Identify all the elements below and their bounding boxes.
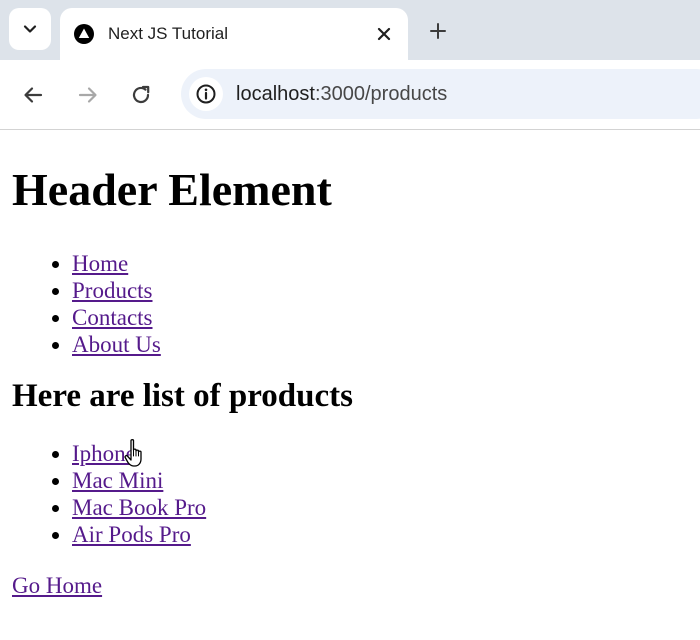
- nextjs-triangle-icon: [74, 24, 94, 44]
- nav-link-home[interactable]: Home: [72, 251, 128, 276]
- go-home-link[interactable]: Go Home: [12, 572, 102, 599]
- product-link-mac-mini[interactable]: Mac Mini: [72, 468, 163, 493]
- tab-search-button[interactable]: [9, 8, 51, 50]
- nav-link-contacts[interactable]: Contacts: [72, 305, 153, 330]
- close-icon: [377, 27, 391, 41]
- browser-tab-active[interactable]: Next JS Tutorial: [60, 8, 408, 60]
- url-text[interactable]: localhost:3000/products: [236, 83, 447, 106]
- address-bar[interactable]: localhost:3000/products: [181, 69, 700, 119]
- browser-toolbar: localhost:3000/products: [0, 60, 700, 130]
- product-item: Mac Book Pro: [72, 494, 688, 521]
- products-heading: Here are list of products: [12, 378, 353, 414]
- product-link-wrapper: Iphone: [72, 439, 142, 467]
- new-tab-button[interactable]: [424, 17, 452, 45]
- plus-icon: [430, 23, 446, 39]
- product-link-mac-book-pro[interactable]: Mac Book Pro: [72, 495, 206, 520]
- nav-link-products[interactable]: Products: [72, 278, 153, 303]
- url-host: localhost: [236, 82, 315, 105]
- page-title: Header Element: [12, 164, 332, 215]
- product-item: Mac Mini: [72, 467, 688, 494]
- nav-item: Home: [72, 250, 688, 277]
- nav-item: Products: [72, 277, 688, 304]
- product-item: Iphone: [72, 439, 688, 467]
- nav-link-about-us[interactable]: About Us: [72, 332, 161, 357]
- nav-item: About Us: [72, 331, 688, 358]
- tab-close-button[interactable]: [370, 20, 398, 48]
- chevron-down-icon: [23, 25, 37, 33]
- product-link-iphone[interactable]: Iphone: [72, 441, 136, 466]
- back-button[interactable]: [18, 80, 48, 110]
- tab-title: Next JS Tutorial: [108, 24, 228, 43]
- browser-tabstrip: Next JS Tutorial: [0, 0, 700, 60]
- product-link-air-pods-pro[interactable]: Air Pods Pro: [72, 522, 191, 547]
- arrow-left-icon: [24, 87, 43, 103]
- nav-item: Contacts: [72, 304, 688, 331]
- page-content: Header Element Home Products Contacts Ab…: [0, 164, 700, 599]
- product-item: Air Pods Pro: [72, 521, 688, 548]
- info-icon: [196, 84, 216, 104]
- url-path: :3000/products: [314, 82, 448, 105]
- forward-button[interactable]: [73, 80, 103, 110]
- arrow-right-icon: [78, 87, 97, 103]
- product-list: Iphone Mac Mini Mac Book Pro Air Pods Pr…: [12, 439, 688, 548]
- reload-icon: [132, 85, 150, 104]
- nav-list: Home Products Contacts About Us: [12, 250, 688, 358]
- reload-button[interactable]: [126, 80, 156, 110]
- site-info-button[interactable]: [189, 77, 223, 111]
